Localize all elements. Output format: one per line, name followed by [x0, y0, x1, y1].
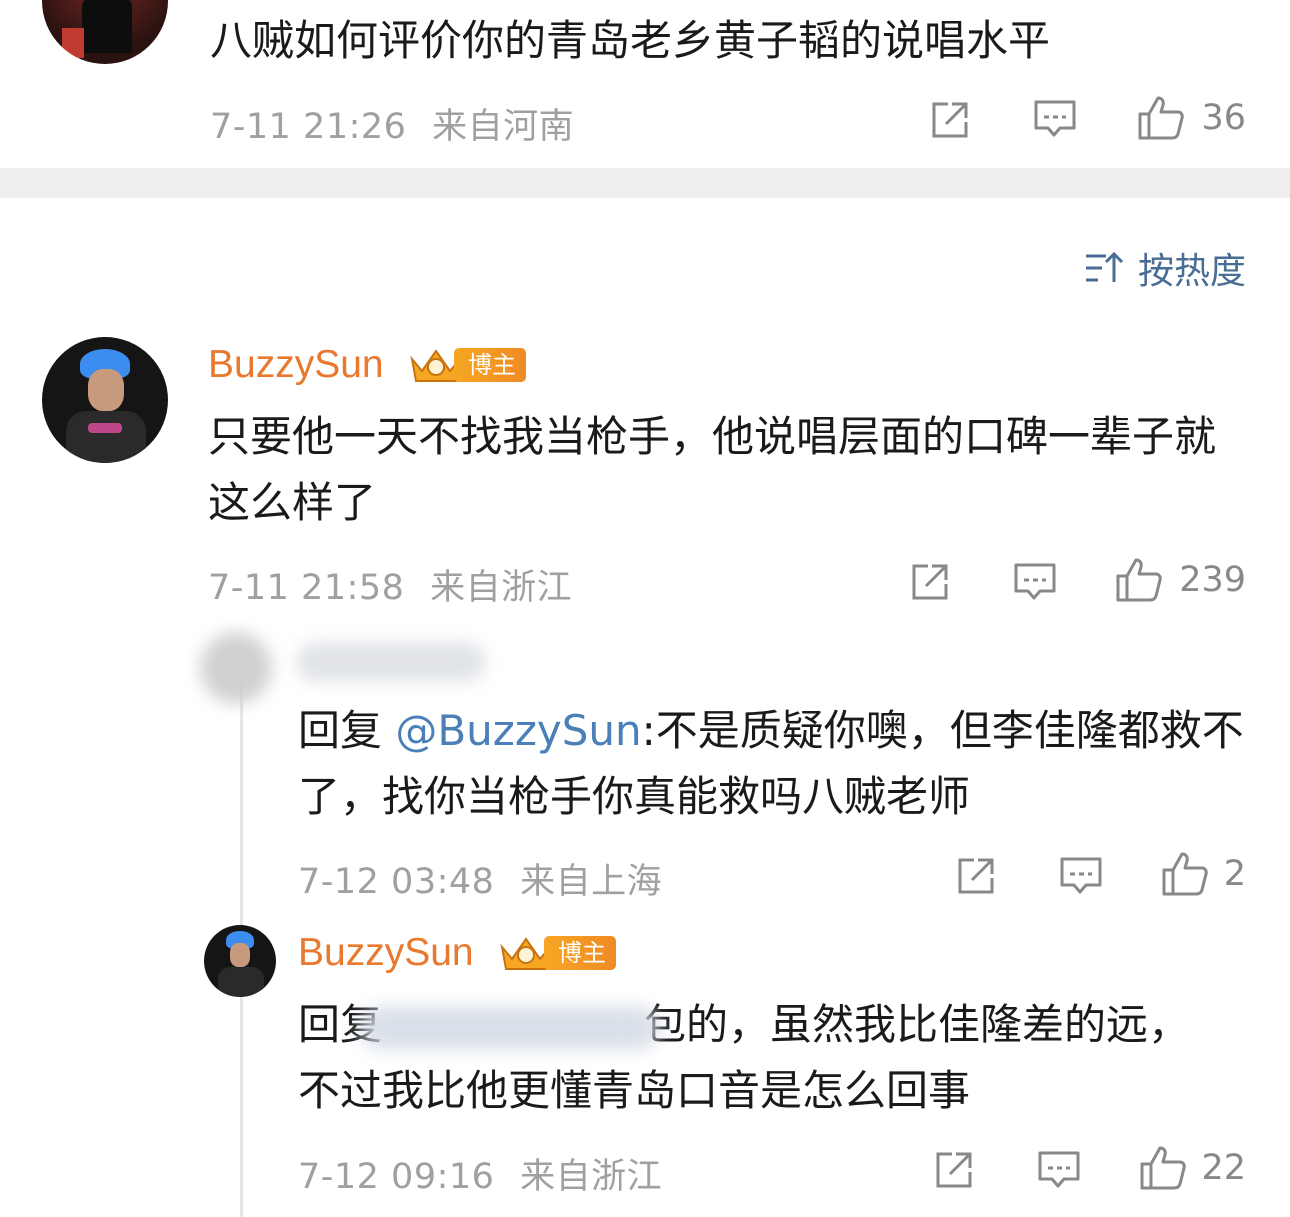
like-icon[interactable] [1138, 1144, 1188, 1192]
comment-location: 来自浙江 [430, 568, 573, 608]
comment-text: 八贼如何评价你的青岛老乡黄子韬的说唱水平 [210, 16, 1051, 65]
section-divider [0, 168, 1290, 198]
mention-link[interactable]: @BuzzySun [395, 706, 641, 755]
comment-meta: 7-12 09:16 来自浙江 [298, 1148, 662, 1199]
comment-meta: 7-11 21:26 来自河南 [210, 98, 574, 149]
badge-label: 博主 [454, 348, 526, 382]
avatar[interactable] [42, 0, 168, 64]
comment-time: 7-11 21:26 [210, 107, 407, 147]
comment-icon[interactable] [1012, 561, 1058, 603]
share-icon[interactable] [932, 1148, 976, 1192]
comment-icon[interactable] [1032, 98, 1078, 140]
comment-location: 来自上海 [520, 862, 663, 902]
share-icon[interactable] [954, 854, 998, 898]
comment-location: 来自河南 [432, 107, 575, 147]
comment-text: 只要他一天不找我当枪手，他说唱层面的口碑一辈子就这么样了 [208, 412, 1217, 527]
comment-meta: 7-11 21:58 来自浙江 [208, 559, 572, 610]
like-count: 36 [1201, 98, 1246, 138]
comment-icon[interactable] [1058, 855, 1104, 897]
avatar[interactable] [200, 632, 272, 704]
share-icon[interactable] [908, 560, 952, 604]
like-icon[interactable] [1160, 850, 1210, 898]
badge-label: 博主 [544, 936, 616, 970]
comment-time: 7-11 21:58 [208, 568, 405, 608]
like-count: 239 [1179, 560, 1246, 600]
blogger-badge: 博主 [408, 346, 526, 384]
avatar[interactable] [42, 337, 168, 463]
like-icon[interactable] [1136, 94, 1186, 142]
username[interactable]: BuzzySun [208, 343, 384, 387]
like-count: 2 [1223, 854, 1246, 894]
sort-icon [1085, 251, 1124, 282]
sort-label: 按热度 [1137, 251, 1246, 292]
comment-icon[interactable] [1036, 1149, 1082, 1191]
blogger-badge: 博主 [498, 934, 616, 972]
comment-meta: 7-12 03:48 来自上海 [298, 853, 662, 904]
username[interactable]: BuzzySun [298, 931, 474, 975]
sort-button[interactable]: 按热度 [1084, 242, 1246, 294]
username[interactable] [296, 642, 486, 682]
comment-time: 7-12 03:48 [298, 862, 495, 902]
comment-text: 回复 @BuzzySun:不是质疑你噢，但李佳隆都救不了，找你当枪手你真能救吗八… [298, 706, 1244, 821]
comment-time: 7-12 09:16 [298, 1157, 495, 1197]
comment-location: 来自浙江 [520, 1157, 663, 1197]
share-icon[interactable] [928, 98, 972, 142]
like-icon[interactable] [1114, 556, 1164, 604]
like-count: 22 [1201, 1148, 1246, 1188]
avatar[interactable] [204, 925, 276, 997]
redacted-mention-blur [360, 1006, 660, 1050]
